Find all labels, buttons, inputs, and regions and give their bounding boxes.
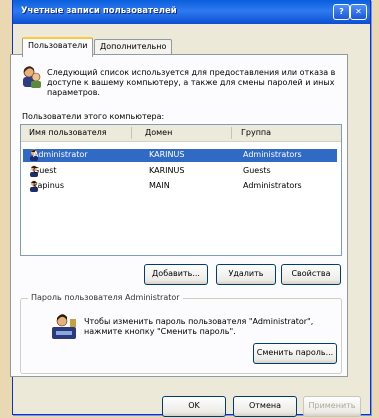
cell-username: Administrator (33, 150, 88, 159)
tab-users[interactable]: Пользователи (22, 37, 94, 57)
window-title: Учетные записи пользователей (21, 6, 177, 16)
intro-text: Следующий список используется для предос… (47, 68, 336, 97)
title-bar[interactable]: Учетные записи пользователей ? ✕ (13, 0, 370, 24)
cell-domain: KARINUS (149, 150, 185, 159)
remove-user-button[interactable]: Удалить (216, 264, 276, 285)
user-password-icon (52, 314, 76, 339)
cell-domain: KARINUS (149, 166, 185, 175)
users-icon (23, 66, 41, 88)
column-group[interactable]: Группа (241, 128, 271, 137)
column-domain[interactable]: Домен (145, 128, 172, 137)
list-header: Имя пользователя Домен Группа (21, 125, 341, 142)
properties-button[interactable]: Свойства (281, 264, 341, 285)
password-group-title: Пароль пользователя Administrator (28, 293, 183, 302)
close-button[interactable]: ✕ (350, 4, 367, 20)
cancel-button[interactable]: Отмена (233, 396, 297, 417)
change-password-button[interactable]: Сменить пароль... (253, 343, 337, 364)
cell-username: kapinus (33, 181, 65, 190)
table-row[interactable]: Guest KARINUS Guests (23, 165, 337, 178)
table-row[interactable]: kapinus MAIN Administrators (23, 180, 337, 193)
cell-username: Guest (33, 166, 57, 175)
cell-domain: MAIN (149, 181, 170, 190)
ok-button[interactable]: OK (162, 396, 226, 417)
tab-advanced[interactable]: Дополнительно (94, 39, 173, 55)
apply-button: Применить (303, 396, 361, 417)
table-row[interactable]: Administrator KARINUS Administrators (23, 149, 337, 162)
add-user-button[interactable]: Добавить... (144, 264, 208, 285)
users-list[interactable]: Имя пользователя Домен Группа Administra… (20, 124, 342, 256)
column-username[interactable]: Имя пользователя (29, 128, 107, 137)
help-button[interactable]: ? (333, 4, 350, 20)
password-help-text: Чтобы изменить пароль пользователя "Admi… (84, 317, 314, 336)
users-list-label: Пользователи этого компьютера: (22, 112, 165, 121)
cell-group: Administrators (243, 150, 302, 159)
cell-group: Guests (243, 166, 271, 175)
cell-group: Administrators (243, 181, 302, 190)
